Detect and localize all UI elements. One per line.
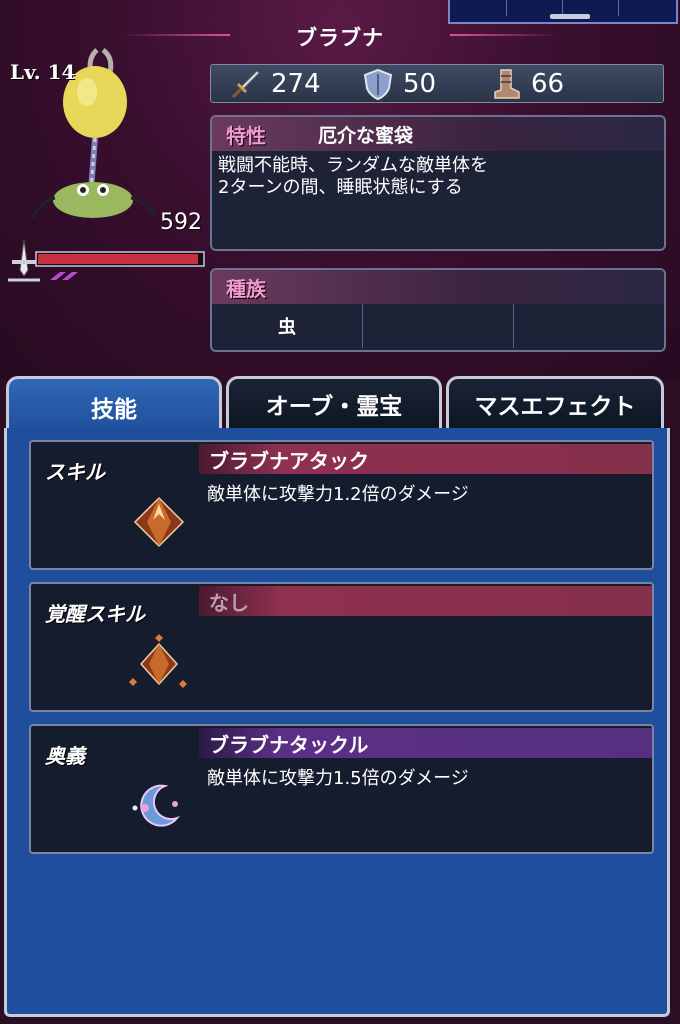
unit-hp-value: 592 xyxy=(160,210,202,235)
trait-label: 特性 xyxy=(226,123,266,148)
attack-value: 274 xyxy=(271,68,321,99)
defense-value: 50 xyxy=(403,68,437,99)
stat-speed: 66 xyxy=(491,65,564,102)
tab-skills[interactable]: 技能 xyxy=(6,376,222,435)
skill-card[interactable]: 覚醒スキル なし xyxy=(29,582,654,712)
stat-attack: 274 xyxy=(229,65,321,102)
unit-level: Lv. 14 xyxy=(10,60,76,84)
ultimate-moon-icon xyxy=(132,784,180,827)
trait-desc-line2: 2ターンの間、睡眠状態にする xyxy=(218,177,463,198)
boot-icon xyxy=(494,68,520,99)
skill-crystal-icon xyxy=(133,496,185,548)
race-panel: 種族 虫 xyxy=(210,268,666,352)
sword-icon xyxy=(231,69,260,98)
race-cell xyxy=(514,304,664,348)
skill-name: なし xyxy=(199,586,652,616)
race-cell xyxy=(363,304,514,348)
awakening-crystal-icon xyxy=(129,634,187,688)
skill-card[interactable]: スキル ブラブナアタック 敵単体に攻撃力1.2倍のダメージ xyxy=(29,440,654,570)
tab-bar: 技能 オーブ・霊宝 マスエフェクト xyxy=(0,372,680,435)
speed-value: 66 xyxy=(531,68,565,99)
skills-content: スキル ブラブナアタック 敵単体に攻撃力1.2倍のダメージ 覚醒スキル なし 奥… xyxy=(4,428,670,1017)
skill-name: ブラブナタックル xyxy=(199,728,652,758)
skill-name: ブラブナアタック xyxy=(199,444,652,474)
skill-type-label: スキル xyxy=(45,460,105,484)
skill-type-label: 覚醒スキル xyxy=(45,602,145,626)
stats-bar: 274 50 66 xyxy=(210,64,664,103)
trait-title: 厄介な蜜袋 xyxy=(318,124,414,147)
skill-description: 敵単体に攻撃力1.5倍のダメージ xyxy=(207,768,469,789)
shield-icon xyxy=(363,68,393,100)
race-cell: 虫 xyxy=(212,304,363,348)
trait-panel: 特性 厄介な蜜袋 戦闘不能時、ランダムな敵単体を 2ターンの間、睡眠状態にする xyxy=(210,115,666,251)
top-panel-decoration xyxy=(448,0,678,24)
skill-description: 敵単体に攻撃力1.2倍のダメージ xyxy=(207,484,469,505)
race-cells: 虫 xyxy=(212,304,664,348)
race-label: 種族 xyxy=(226,276,266,301)
hp-gauge xyxy=(8,239,205,282)
trait-desc-line1: 戦闘不能時、ランダムな敵単体を xyxy=(218,155,488,176)
tab-mass-effect[interactable]: マスエフェクト xyxy=(446,376,664,429)
sword-gauge-icon xyxy=(8,239,40,282)
stat-defense: 50 xyxy=(363,65,436,102)
skill-type-label: 奥義 xyxy=(45,744,85,768)
tab-orb-relic[interactable]: オーブ・霊宝 xyxy=(226,376,442,429)
skill-card[interactable]: 奥義 ブラブナタックル 敵単体に攻撃力1.5倍のダメージ xyxy=(29,724,654,854)
trait-description: 戦闘不能時、ランダムな敵単体を 2ターンの間、睡眠状態にする xyxy=(212,151,664,203)
